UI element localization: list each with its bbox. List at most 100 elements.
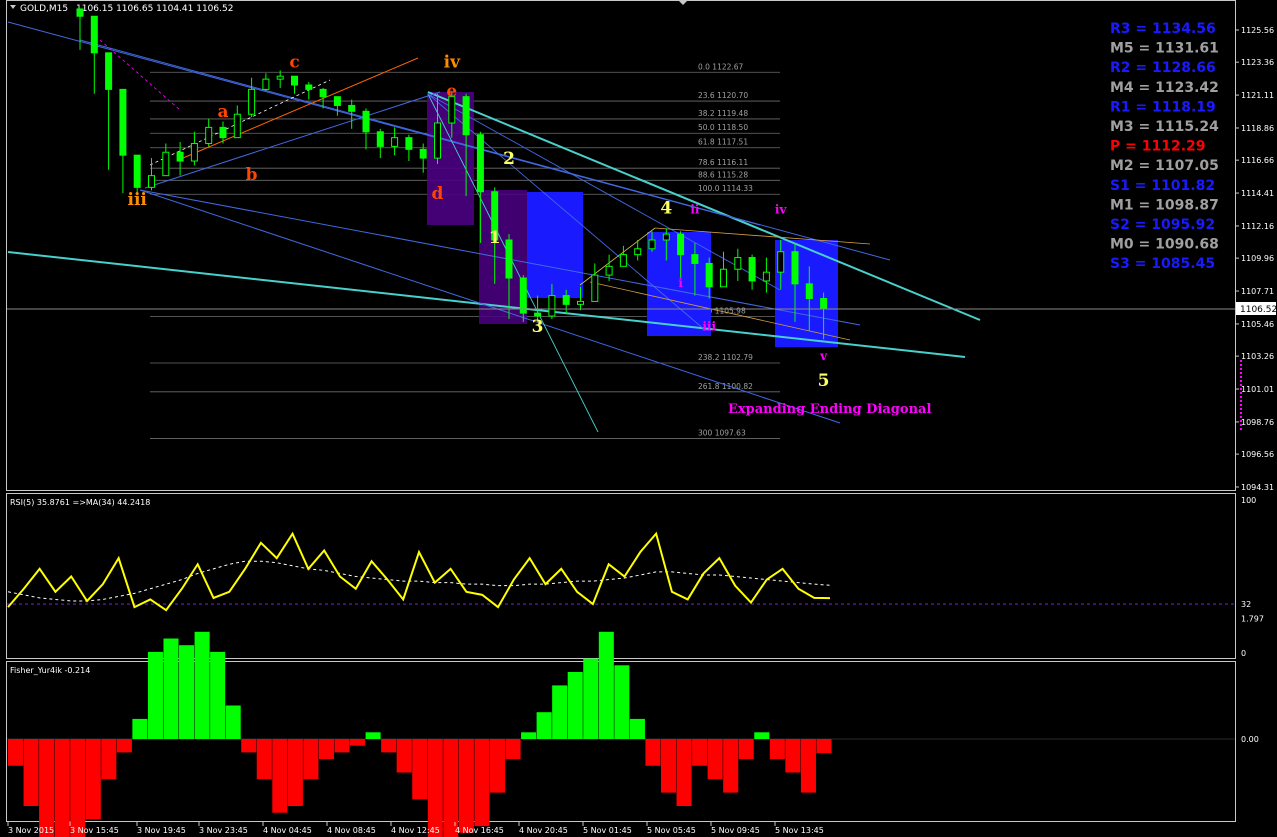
candle-body <box>176 151 184 162</box>
rsi-axis-label: 100 <box>1241 496 1256 505</box>
fib-level-label: 0.0 1122.67 <box>698 62 744 71</box>
fisher-bar <box>489 739 506 793</box>
pivot-level-label: M5 = 1131.61 <box>1110 41 1219 57</box>
wave-label: 1 <box>489 228 501 248</box>
price-axis-label: 1107.71 <box>1241 287 1274 296</box>
price-axis-label: 1125.56 <box>1241 26 1274 35</box>
wave-label: 5 <box>818 371 830 391</box>
price-marker-dot <box>1240 428 1242 430</box>
fib-level-label: 300 1097.63 <box>698 428 746 437</box>
candle-body <box>805 283 813 299</box>
candle-body <box>405 137 413 150</box>
fib-level-label: 38.2 1119.48 <box>698 109 748 118</box>
price-marker-dot <box>1240 424 1242 426</box>
price-marker-dot <box>1240 392 1242 394</box>
fisher-bar <box>769 739 785 760</box>
wave-label: e <box>446 82 457 102</box>
fisher-bar <box>365 732 381 739</box>
pivot-level-label: M1 = 1098.87 <box>1110 197 1219 213</box>
candle-body <box>820 297 828 309</box>
time-axis-label: 3 Nov 23:45 <box>199 826 248 835</box>
fisher-bar <box>147 651 163 739</box>
candle-body <box>391 137 399 147</box>
candle-body <box>634 248 642 256</box>
fisher-title: Fisher_Yur4ik -0.214 <box>10 666 90 675</box>
pivot-level-label: M3 = 1115.24 <box>1110 119 1219 135</box>
candle-body <box>276 75 284 80</box>
fisher-bar <box>70 739 86 837</box>
candle-body <box>119 88 127 156</box>
candle-body <box>90 15 98 54</box>
fisher-bar <box>552 685 568 739</box>
candle-body <box>319 88 327 98</box>
fisher-bar <box>39 739 55 837</box>
price-axis-label: 1096.56 <box>1241 450 1274 459</box>
price-marker-dot <box>1240 400 1242 402</box>
pivot-level-label: S1 = 1101.82 <box>1110 178 1215 194</box>
candle-body <box>605 265 613 276</box>
fisher-bar <box>474 739 490 827</box>
wave-label: iii <box>128 190 148 210</box>
fisher-bar <box>723 739 739 793</box>
wave-label: 3 <box>532 317 544 337</box>
wave-label: a <box>217 102 228 122</box>
fisher-bar <box>334 739 350 753</box>
price-axis-label: 1105.46 <box>1241 320 1274 329</box>
wave-label: iv <box>775 203 788 217</box>
candle-body <box>462 96 470 136</box>
pivot-level-label: M2 = 1107.05 <box>1110 158 1219 174</box>
price-marker-dot <box>1240 372 1242 374</box>
candle-body <box>419 148 427 159</box>
fisher-bar <box>210 651 226 739</box>
wave-label: iii <box>702 320 716 334</box>
candle-body <box>105 52 113 90</box>
time-axis-label: 3 Nov 2015 <box>8 826 54 835</box>
candle-body <box>705 262 713 288</box>
price-marker-dot <box>1240 404 1242 406</box>
candle-body <box>662 233 670 241</box>
pivot-level-label: M4 = 1123.42 <box>1110 80 1219 96</box>
candle-body <box>577 300 584 305</box>
candle-body <box>233 113 241 139</box>
price-marker-dot <box>1240 388 1242 390</box>
wave-label: ii <box>690 203 700 217</box>
fisher-bar <box>225 705 241 739</box>
fib-level-label: 238.2 1102.79 <box>698 353 753 362</box>
highlight-box <box>527 192 583 298</box>
fib-level-label: 23.6 1120.70 <box>698 91 748 100</box>
fib-level-label: 261.8 1100.82 <box>698 382 753 391</box>
time-axis-label: 5 Nov 09:45 <box>711 826 760 835</box>
fisher-bar <box>707 739 723 780</box>
rsi-axis-label: 32 <box>1241 600 1251 609</box>
fisher-bar <box>754 732 770 739</box>
price-marker-dot <box>1240 384 1242 386</box>
price-axis-label: 1103.26 <box>1241 352 1274 361</box>
fisher-bar <box>116 739 132 753</box>
fisher-bar <box>536 712 552 739</box>
wave-label: b <box>246 165 258 185</box>
candle-body <box>534 312 542 317</box>
fisher-bar <box>505 739 521 760</box>
ohlc-readout: 1106.15 1106.65 1104.41 1106.52 <box>76 4 233 14</box>
time-axis-label: 5 Nov 05:45 <box>647 826 696 835</box>
candle-body <box>791 251 799 285</box>
candle-body <box>548 295 556 317</box>
fisher-bar <box>272 739 288 813</box>
price-axis-label: 1118.86 <box>1241 124 1274 133</box>
candle-body <box>619 254 627 267</box>
price-axis: 1125.56 1123.36 1121.11 1118.86 1116.66 1114.… <box>1235 26 1274 492</box>
fisher-bar <box>132 718 148 739</box>
fisher-bar <box>179 645 195 739</box>
time-axis-label: 5 Nov 01:45 <box>583 826 632 835</box>
price-axis-label: 1101.01 <box>1241 385 1274 394</box>
fib-level-label: 100.0 1114.33 <box>698 184 753 193</box>
wave-label: 4 <box>660 199 672 219</box>
fisher-bar <box>521 732 537 739</box>
pivot-level-label: R1 = 1118.19 <box>1110 99 1216 115</box>
candle-body <box>677 233 685 256</box>
candle-body <box>434 122 441 159</box>
fisher-bar <box>427 739 443 837</box>
candle-body <box>205 126 213 144</box>
price-axis-label: 1098.76 <box>1241 418 1274 427</box>
fisher-bar <box>163 638 179 739</box>
